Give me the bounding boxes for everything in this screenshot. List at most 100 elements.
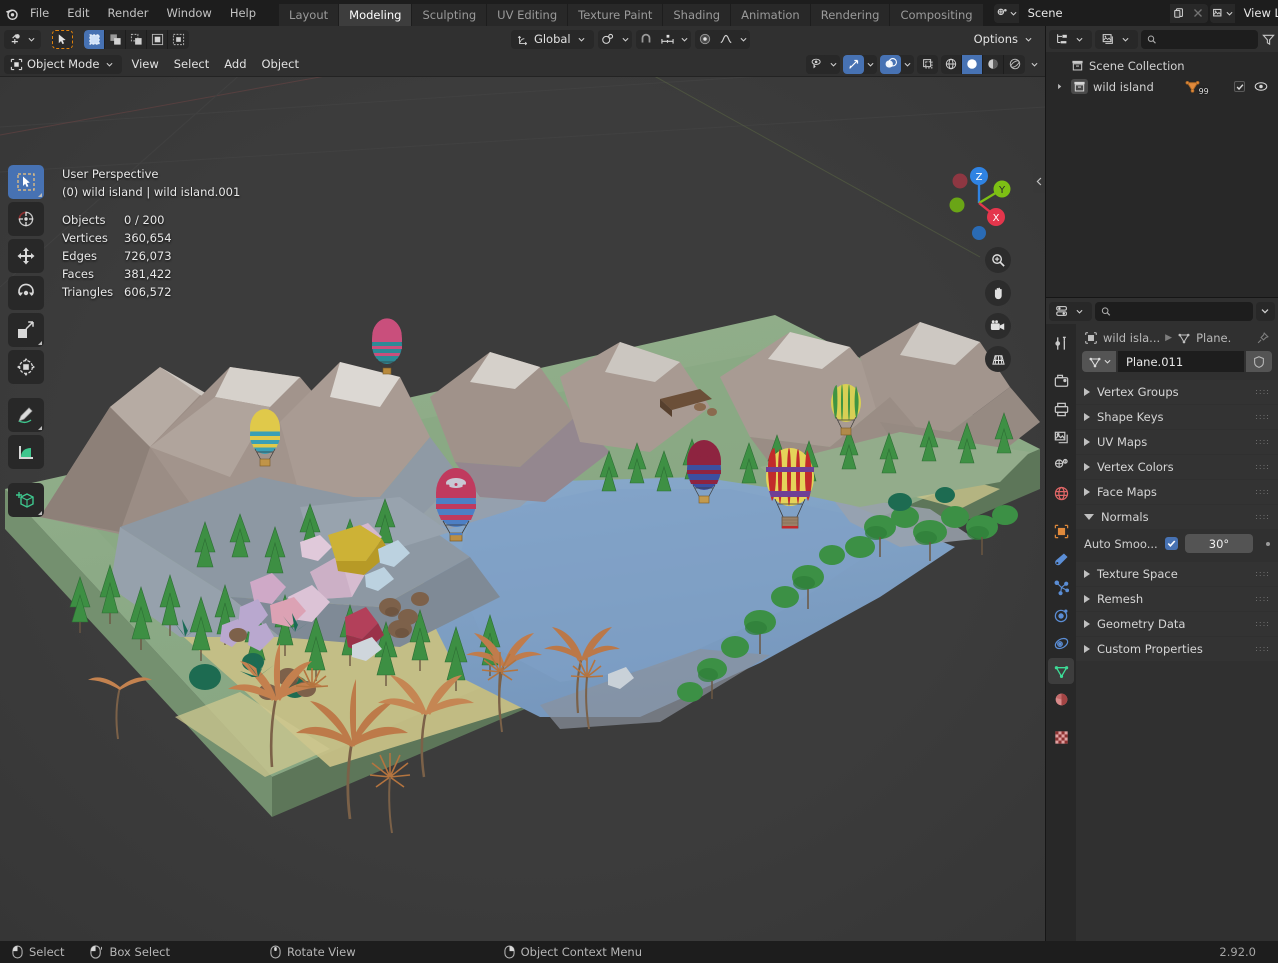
view-layer-selector[interactable]: View Layer: [1210, 4, 1278, 23]
active-tool-tweak-icon[interactable]: [52, 30, 73, 49]
outliner-row-scene-collection[interactable]: Scene Collection: [1046, 55, 1278, 76]
transform-tool[interactable]: [8, 350, 44, 384]
annotate-tool[interactable]: [8, 398, 44, 432]
panel-remesh[interactable]: Remesh ::::: [1076, 587, 1278, 611]
scale-tool[interactable]: [8, 313, 44, 347]
new-scene-icon[interactable]: [1170, 4, 1189, 23]
object-visibility-icon[interactable]: [806, 55, 827, 74]
select-intersect-icon[interactable]: [147, 30, 168, 49]
xray-toggle-icon[interactable]: [917, 55, 938, 74]
chevron-down-icon[interactable]: [827, 55, 840, 74]
cursor-tool[interactable]: [8, 202, 44, 236]
eye-icon[interactable]: [1254, 81, 1268, 92]
chevron-down-icon[interactable]: [737, 30, 750, 49]
view-layer-name[interactable]: View Layer: [1236, 4, 1278, 23]
panel-vertex-groups[interactable]: Vertex Groups ::::: [1076, 380, 1278, 404]
toggle-orthographic-icon[interactable]: [985, 346, 1011, 372]
properties-search-box[interactable]: [1095, 302, 1253, 321]
world-tab[interactable]: [1048, 480, 1074, 506]
outliner-tree[interactable]: Scene Collection w: [1046, 52, 1278, 297]
fake-user-shield-icon[interactable]: [1246, 351, 1272, 372]
workspace-tab-modeling[interactable]: Modeling: [339, 4, 412, 26]
shading-popover-chevron-icon[interactable]: [1028, 55, 1041, 74]
properties-search-input[interactable]: [1115, 304, 1247, 318]
outliner-row-wild-island[interactable]: wild island 99: [1046, 76, 1278, 97]
physics-tab[interactable]: [1048, 602, 1074, 628]
object-tab[interactable]: [1048, 518, 1074, 544]
pan-view-icon[interactable]: [985, 280, 1011, 306]
chevron-down-icon[interactable]: [619, 30, 632, 49]
panel-geometry-data[interactable]: Geometry Data ::::: [1076, 612, 1278, 636]
select-extend-icon[interactable]: [105, 30, 126, 49]
mesh-name-field[interactable]: Plane.011: [1118, 351, 1244, 372]
breadcrumb-object-label[interactable]: wild isla...: [1103, 331, 1160, 345]
outliner-filter-icon[interactable]: [1261, 30, 1275, 49]
properties-options-chevron-icon[interactable]: [1256, 302, 1275, 321]
workspace-tab-layout[interactable]: Layout: [279, 4, 339, 26]
outliner-editor-type-selector[interactable]: [1049, 30, 1092, 49]
unlink-scene-icon[interactable]: [1189, 4, 1208, 23]
select-subtract-icon[interactable]: [126, 30, 147, 49]
viewport-menu-view[interactable]: View: [125, 55, 164, 74]
panel-shape-keys[interactable]: Shape Keys ::::: [1076, 405, 1278, 429]
output-tab[interactable]: [1048, 396, 1074, 422]
workspace-tab-uv-editing[interactable]: UV Editing: [487, 4, 568, 26]
mesh-datablock-selector[interactable]: [1082, 351, 1116, 372]
panel-face-maps[interactable]: Face Maps ::::: [1076, 480, 1278, 504]
menu-file[interactable]: File: [21, 3, 58, 23]
pivot-point-icon[interactable]: [598, 30, 619, 49]
snap-increment-icon[interactable]: [657, 30, 678, 49]
panel-custom-properties[interactable]: Custom Properties ::::: [1076, 637, 1278, 661]
editor-type-selector[interactable]: [4, 30, 41, 49]
interaction-mode-selector[interactable]: Object Mode: [4, 55, 122, 74]
outliner-search-input[interactable]: [1161, 32, 1253, 46]
outliner-search-box[interactable]: [1141, 30, 1258, 49]
rotate-tool[interactable]: [8, 276, 44, 310]
viewport-menu-object[interactable]: Object: [256, 55, 305, 74]
select-box-icon[interactable]: [84, 30, 105, 49]
workspace-tab-sculpting[interactable]: Sculpting: [412, 4, 487, 26]
material-tab[interactable]: [1048, 686, 1074, 712]
transform-orientation-selector[interactable]: Global: [511, 30, 594, 49]
checkbox-enable-in-renders[interactable]: [1234, 81, 1245, 92]
chevron-down-icon[interactable]: [678, 30, 691, 49]
panel-vertex-colors[interactable]: Vertex Colors ::::: [1076, 455, 1278, 479]
workspace-tab-compositing[interactable]: Compositing: [890, 4, 983, 26]
workspace-tab-shading[interactable]: Shading: [663, 4, 731, 26]
breadcrumb-data-label[interactable]: Plane.: [1196, 331, 1231, 345]
panel-texture-space[interactable]: Texture Space ::::: [1076, 562, 1278, 586]
solid-shading-icon[interactable]: [962, 55, 983, 74]
3d-viewport[interactable]: User Perspective (0) wild island | wild …: [0, 77, 1045, 941]
wireframe-shading-icon[interactable]: [941, 55, 962, 74]
auto-smooth-checkbox[interactable]: [1165, 537, 1178, 550]
workspace-tab-animation[interactable]: Animation: [731, 4, 811, 26]
snap-magnet-icon[interactable]: [636, 30, 657, 49]
animate-property-dot-icon[interactable]: [1266, 542, 1270, 546]
navigation-gizmo[interactable]: Z Y X: [941, 165, 1017, 241]
panel-normals[interactable]: Normals ::::: [1076, 505, 1278, 529]
outliner-display-mode-selector[interactable]: [1095, 30, 1138, 49]
menu-window[interactable]: Window: [157, 3, 220, 23]
chevron-down-icon[interactable]: [901, 55, 914, 74]
blender-logo-icon[interactable]: [4, 0, 21, 26]
camera-view-icon[interactable]: [985, 313, 1011, 339]
texture-tab[interactable]: [1048, 724, 1074, 750]
measure-tool[interactable]: [8, 435, 44, 469]
pin-id-icon[interactable]: [1256, 331, 1270, 345]
object-data-tab[interactable]: [1048, 658, 1074, 684]
options-button[interactable]: Options: [968, 30, 1041, 49]
panel-uv-maps[interactable]: UV Maps ::::: [1076, 430, 1278, 454]
rendered-shading-icon[interactable]: [1004, 55, 1025, 74]
menu-edit[interactable]: Edit: [58, 3, 98, 23]
viewport-menu-add[interactable]: Add: [218, 55, 252, 74]
expand-arrow-icon[interactable]: [1052, 83, 1066, 90]
menu-render[interactable]: Render: [99, 3, 158, 23]
properties-editor-type-selector[interactable]: [1049, 302, 1092, 321]
render-tab[interactable]: [1048, 368, 1074, 394]
select-difference-icon[interactable]: [168, 30, 189, 49]
modifier-tab[interactable]: [1048, 546, 1074, 572]
view-layer-tab[interactable]: [1048, 424, 1074, 450]
auto-smooth-angle-field[interactable]: 30°: [1185, 534, 1253, 553]
workspace-tab-rendering[interactable]: Rendering: [811, 4, 891, 26]
show-gizmo-icon[interactable]: [843, 55, 864, 74]
